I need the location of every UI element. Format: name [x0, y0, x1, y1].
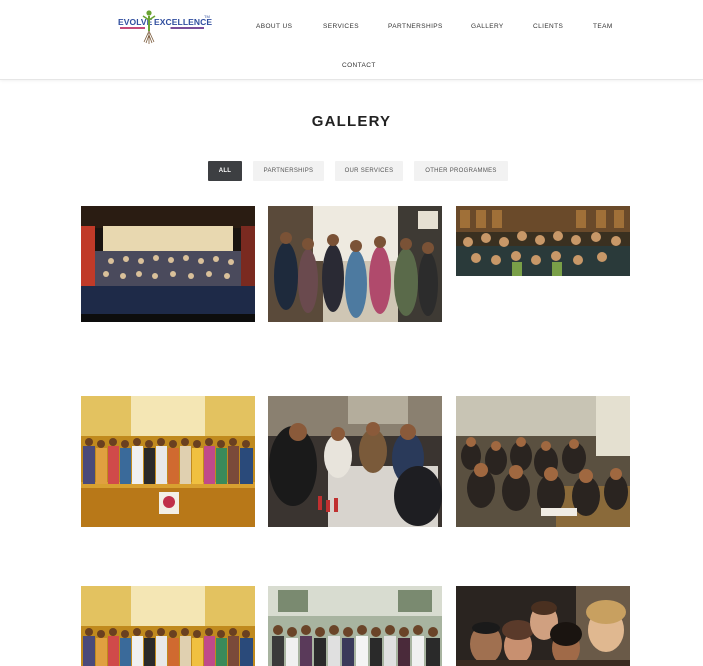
- filter-partnerships-button[interactable]: PARTNERSHIPS: [253, 161, 324, 181]
- nav-item-gallery[interactable]: GALLERY: [471, 23, 504, 30]
- gallery-item-table-discussion-photo[interactable]: [268, 396, 442, 527]
- gallery-item-auditorium-group-photo[interactable]: [81, 206, 255, 322]
- gallery-item-outdoor-group-photo[interactable]: [268, 586, 442, 666]
- gallery-item-stage-group-photo-2[interactable]: [81, 586, 255, 666]
- gallery-item-selfie-group-photo[interactable]: [456, 586, 630, 666]
- nav-item-partnerships[interactable]: PARTNERSHIPS: [388, 23, 443, 30]
- nav-item-team[interactable]: TEAM: [593, 23, 613, 30]
- page-title: GALLERY: [311, 113, 392, 130]
- site-header: EVOLVE EXCELLENCE TM ABOUT US SERVICES P…: [0, 0, 703, 80]
- main-nav: ABOUT US SERVICES PARTNERSHIPS GALLERY C…: [0, 0, 703, 80]
- gallery-item-library-group-photo[interactable]: [456, 206, 630, 276]
- gallery-filter-bar: ALL PARTNERSHIPS OUR SERVICES OTHER PROG…: [0, 161, 703, 181]
- gallery-item-stage-group-photo[interactable]: [81, 396, 255, 527]
- nav-item-clients[interactable]: CLIENTS: [533, 23, 563, 30]
- nav-item-contact[interactable]: CONTACT: [342, 62, 376, 69]
- gallery-item-classroom-audience-photo[interactable]: [456, 396, 630, 527]
- filter-other-programmes-button[interactable]: OTHER PROGRAMMES: [414, 161, 508, 181]
- filter-our-services-button[interactable]: OUR SERVICES: [335, 161, 403, 181]
- gallery-item-workshop-standing-group-photo[interactable]: [268, 206, 442, 322]
- nav-item-about-us[interactable]: ABOUT US: [256, 23, 292, 30]
- nav-item-services[interactable]: SERVICES: [323, 23, 359, 30]
- filter-all-button[interactable]: ALL: [208, 161, 242, 181]
